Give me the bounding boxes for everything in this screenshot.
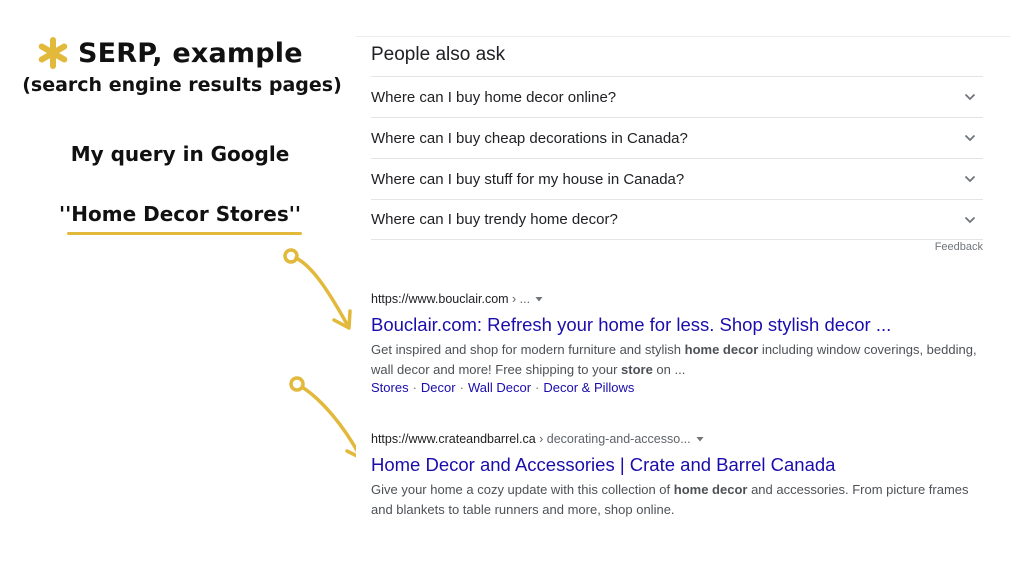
serp-panel: People also ask Where can I buy home dec… [356, 36, 1010, 524]
snippet-text: Give your home a cozy update with this c… [371, 482, 674, 497]
search-result: https://www.crateandbarrel.ca › decorati… [371, 432, 991, 520]
result-url[interactable]: https://www.crateandbarrel.ca › decorati… [371, 432, 991, 446]
paa-question[interactable]: Where can I buy home decor online? [371, 76, 983, 117]
result-url[interactable]: https://www.bouclair.com › ... [371, 292, 991, 306]
chevron-down-icon[interactable] [963, 90, 977, 104]
result-sitelinks: Stores · Decor · Wall Decor · Decor & Pi… [371, 380, 991, 395]
sitelink-separator: · [459, 380, 464, 395]
result-snippet: Give your home a cozy update with this c… [371, 480, 991, 520]
annotation-panel: SERP, example (search engine results pag… [0, 0, 360, 576]
search-result: https://www.bouclair.com › ... Bouclair.… [371, 292, 991, 395]
paa-question-text: Where can I buy trendy home decor? [371, 211, 618, 228]
sitelink-decor-pillows[interactable]: Decor & Pillows [543, 380, 634, 395]
snippet-text: on ... [652, 362, 686, 377]
people-also-ask-title: People also ask [371, 44, 506, 65]
result-url-path: › ... [508, 292, 531, 306]
query-text: ''Home Decor Stores'' [59, 202, 301, 226]
result-url-domain: https://www.bouclair.com [371, 292, 509, 306]
paa-question-text: Where can I buy stuff for my house in Ca… [371, 170, 685, 188]
query-label: My query in Google [70, 142, 290, 166]
snippet-bold: store [621, 362, 653, 377]
snippet-bold: home decor [673, 482, 748, 497]
chevron-down-icon[interactable] [963, 172, 977, 186]
annotation-title: SERP, example [78, 37, 303, 69]
paa-question-text: Where can I buy cheap decorations in Can… [371, 129, 688, 147]
chevron-down-icon[interactable] [963, 213, 977, 227]
result-title-link[interactable]: Bouclair.com: Refresh your home for less… [371, 314, 991, 336]
paa-question[interactable]: Where can I buy stuff for my house in Ca… [371, 158, 983, 199]
paa-question[interactable]: Where can I buy trendy home decor? [371, 199, 983, 240]
annotation-subtitle: (search engine results pages) [22, 74, 342, 96]
sitelink-separator: · [535, 380, 540, 395]
query-underline [67, 232, 302, 235]
paa-question-text: Where can I buy home decor online? [371, 88, 617, 106]
people-also-ask-list: Where can I buy home decor online? Where… [371, 76, 983, 240]
snippet-text: Get inspired and shop for modern furnitu… [371, 342, 685, 357]
annotation-title-row: SERP, example [36, 36, 303, 70]
caret-down-icon[interactable] [696, 435, 704, 443]
result-snippet: Get inspired and shop for modern furnitu… [371, 340, 991, 380]
caret-down-icon[interactable] [535, 295, 543, 303]
asterisk-icon [38, 37, 68, 69]
sitelink-decor[interactable]: Decor [421, 380, 456, 395]
result-url-path: › decorating-and-accesso... [535, 432, 691, 446]
paa-question[interactable]: Where can I buy cheap decorations in Can… [371, 117, 983, 158]
snippet-bold: home decor [684, 342, 759, 357]
chevron-down-icon[interactable] [963, 131, 977, 145]
sitelink-wall-decor[interactable]: Wall Decor [468, 380, 531, 395]
sitelink-separator: · [412, 380, 417, 395]
result-url-domain: https://www.crateandbarrel.ca [371, 432, 536, 446]
sitelink-stores[interactable]: Stores [371, 380, 409, 395]
feedback-link[interactable]: Feedback [935, 241, 983, 253]
result-title-link[interactable]: Home Decor and Accessories | Crate and B… [371, 454, 991, 476]
